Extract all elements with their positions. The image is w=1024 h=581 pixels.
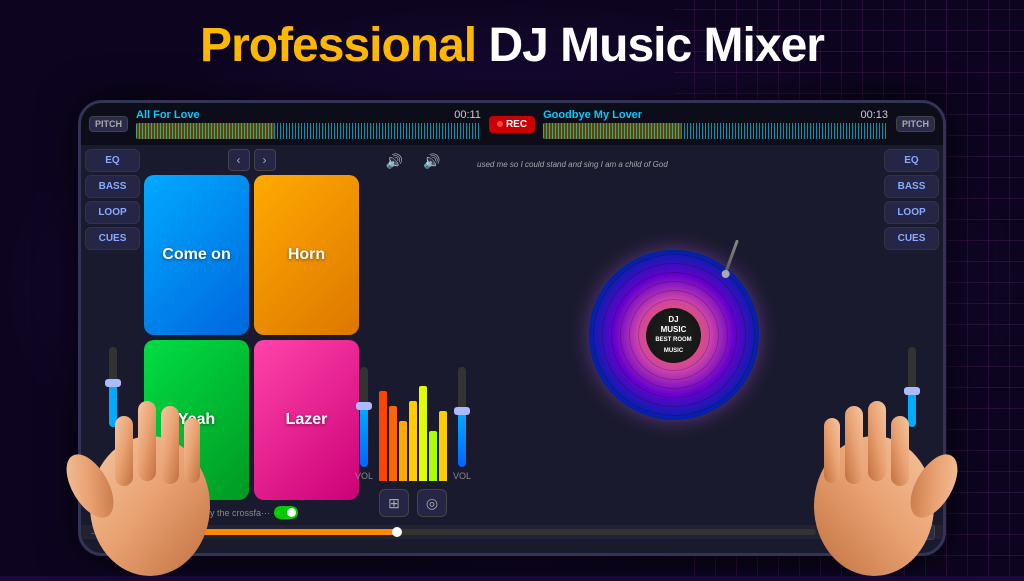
track-right-time: 00:13 [860,109,888,121]
eq-bar-4 [419,386,427,481]
mixer-icon-1[interactable]: ⊞ [379,489,409,517]
left-fader-track[interactable] [109,347,117,427]
track-right-info: Goodbye My Lover 00:13 [543,109,888,121]
progress-bar-container: → RESET ◄ ► RESET → SET [81,525,943,539]
eq-bar-2 [399,421,407,481]
right-fader-container [884,253,939,521]
waveform-right[interactable] [543,123,888,139]
eq-bar-5 [429,431,437,481]
fader-left-thumb[interactable] [356,402,372,410]
cues-right-btn[interactable]: CUES [884,227,939,250]
pad-lazer[interactable]: Lazer [254,340,359,500]
reset-left-btn[interactable]: RESET [105,524,149,540]
pads-nav-right[interactable]: › [254,149,276,171]
cues-left-btn[interactable]: CUES [85,227,140,250]
track-right-section: Goodbye My Lover 00:13 [539,109,892,139]
crossfade-toggle[interactable] [274,506,298,519]
loop-left-btn[interactable]: LOOP [85,201,140,224]
eq-left-btn[interactable]: EQ [85,149,140,172]
turntable-label: DJMUSICBEST ROOM MUSIC [646,308,701,363]
page-title: Professional DJ Music Mixer [0,18,1024,73]
progress-right-arrow: ► [822,527,832,538]
mixer-icon-2[interactable]: ◎ [417,489,447,517]
vol-label-left: VOL [355,471,373,481]
lyrics-text: used me so I could stand and sing I am a… [477,160,668,169]
right-fader-track[interactable] [908,347,916,427]
eq-bar-6 [439,411,447,481]
progress-arrow-right: → [887,527,897,538]
eq-bars [379,371,447,481]
mixer-bottom: ⊞ ◎ [379,485,447,521]
volume-icons-row: 🔊 🔊 [386,149,441,174]
eq-right-btn[interactable]: EQ [884,149,939,172]
title-rest: DJ Music Mixer [488,19,823,72]
pads-section: ‹ › Come on Horn Yeah Lazer by the cross… [144,149,359,521]
progress-thumb[interactable] [392,527,402,537]
eq-bar-3 [409,401,417,481]
faders-row: VOL VOL [355,178,471,481]
title-professional: Professional [200,19,476,72]
top-bar: PITCH All For Love 00:11 REC Goodbye My … [81,103,943,145]
pads-nav-left[interactable]: ‹ [228,149,250,171]
eq-bar-1 [389,406,397,481]
track-left-time: 00:11 [454,109,481,121]
rec-dot [497,121,503,127]
track-left-name: All For Love [136,109,200,121]
bass-left-btn[interactable]: BASS [85,175,140,198]
mixer-section: 🔊 🔊 VOL VOL [363,149,463,521]
toggle-thumb [287,508,296,517]
lyrics-display: used me so I could stand and sing I am a… [477,159,880,170]
waveform-progress-right [543,123,681,139]
bass-right-btn[interactable]: BASS [884,175,939,198]
right-fader-thumb[interactable] [904,387,920,395]
progress-arrow-left: → [89,527,99,538]
track-right-name: Goodbye My Lover [543,109,642,121]
track-left-section: All For Love 00:11 [132,109,485,139]
progress-left-arrow: ◄ [155,527,165,538]
waveform-left[interactable] [136,123,481,139]
pitch-left-btn[interactable]: PITCH [89,116,128,132]
rec-label: REC [506,119,527,130]
main-content: EQ BASS LOOP CUES ‹ › Come on Horn Yeah … [81,145,943,525]
crossfade-row: by the crossfa··· [144,504,359,521]
vol-icon-left: 🔊 [386,153,403,170]
turntable-section: DJMUSICBEST ROOM MUSIC used me so I coul… [467,149,880,521]
turntable-text-1: DJMUSICBEST ROOM MUSIC [646,315,701,355]
progress-fill [171,529,397,535]
fader-left-track[interactable] [360,367,368,467]
pad-yeah[interactable]: Yeah [144,340,249,500]
waveform-progress-left [136,123,274,139]
pad-come-on[interactable]: Come on [144,175,249,335]
progress-bar[interactable] [171,529,816,535]
turntable[interactable]: DJMUSICBEST ROOM MUSIC [589,250,759,420]
pads-nav: ‹ › [144,149,359,171]
reset-right-btn[interactable]: RESET [837,524,881,540]
pad-horn[interactable]: Horn [254,175,359,335]
pitch-right-btn[interactable]: PITCH [896,116,935,132]
vol-icon-right: 🔊 [423,153,440,170]
device-frame: PITCH All For Love 00:11 REC Goodbye My … [78,100,946,556]
fader-right-track[interactable] [458,367,466,467]
loop-right-btn[interactable]: LOOP [884,201,939,224]
left-fader-container [85,253,140,521]
pads-grid: Come on Horn Yeah Lazer [144,175,359,500]
rec-button[interactable]: REC [489,116,535,133]
left-fader-thumb[interactable] [105,379,121,387]
track-left-info: All For Love 00:11 [136,109,481,121]
crossfade-label: by the crossfa··· [205,508,270,518]
left-panel: EQ BASS LOOP CUES [85,149,140,521]
set-btn[interactable]: SET [903,524,935,540]
eq-bar-0 [379,391,387,481]
fader-left-container: VOL [355,367,373,481]
right-panel: EQ BASS LOOP CUES [884,149,939,521]
